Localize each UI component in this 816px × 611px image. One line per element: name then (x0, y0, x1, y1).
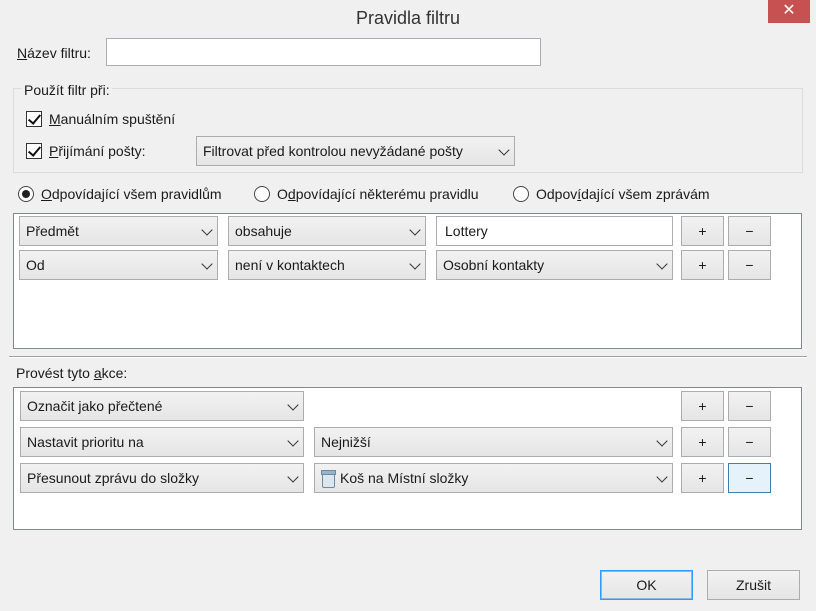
action-type-value: Přesunout zprávu do složky (27, 470, 199, 486)
chevron-down-icon (287, 471, 299, 483)
rule-field-select[interactable]: Od (19, 250, 218, 280)
action-type-select[interactable]: Nastavit prioritu na (20, 427, 304, 457)
action-type-select[interactable]: Označit jako přečtené (20, 391, 304, 421)
remove-rule-button[interactable]: − (728, 216, 771, 246)
folder-select[interactable]: Koš na Místní složky (314, 463, 673, 493)
action-type-value: Nastavit prioritu na (27, 434, 144, 450)
match-any-rule-label: Odpovídající některému pravidlu (277, 186, 479, 202)
match-all-messages-label: Odpovídající všem zprávám (536, 186, 710, 202)
rule-field-value: Od (26, 257, 45, 273)
chevron-down-icon (656, 471, 668, 483)
cancel-button[interactable]: Zrušit (707, 570, 800, 600)
priority-value: Nejnižší (321, 434, 371, 450)
chevron-down-icon (287, 435, 299, 447)
ok-button[interactable]: OK (600, 570, 693, 600)
rule-value-value: Osobní kontakty (443, 257, 545, 273)
rule-operator-select[interactable]: není v kontaktech (228, 250, 426, 280)
remove-action-button[interactable]: − (728, 391, 771, 421)
action-type-value: Označit jako přečtené (27, 398, 163, 414)
receiving-mail-checkbox[interactable] (26, 143, 42, 159)
chevron-down-icon (201, 258, 213, 270)
match-all-rules-label: Odpovídající všem pravidlům (41, 186, 222, 202)
chevron-down-icon (656, 435, 668, 447)
chevron-down-icon (409, 258, 421, 270)
rule-operator-select[interactable]: obsahuje (228, 216, 426, 246)
filter-timing-value: Filtrovat před kontrolou nevyžádané pošt… (203, 143, 463, 159)
actions-label: Provést tyto akce: (16, 365, 128, 381)
remove-rule-button[interactable]: − (728, 250, 771, 280)
pane-splitter[interactable] (9, 356, 807, 358)
close-button[interactable]: ✕ (768, 0, 810, 23)
apply-filter-label: Použít filtr při: (22, 82, 112, 98)
rule-field-select[interactable]: Předmět (19, 216, 218, 246)
add-action-button[interactable]: + (681, 427, 724, 457)
filter-name-label: Název filtru: (17, 45, 91, 61)
chevron-down-icon (656, 258, 668, 270)
priority-select[interactable]: Nejnižší (314, 427, 673, 457)
match-all-rules-radio[interactable] (18, 186, 34, 202)
add-action-button[interactable]: + (681, 391, 724, 421)
chevron-down-icon (409, 224, 421, 236)
rule-field-value: Předmět (26, 223, 79, 239)
filter-name-input[interactable] (106, 38, 541, 66)
trash-icon (321, 470, 336, 488)
match-all-messages-radio[interactable] (513, 186, 529, 202)
window-title: Pravidla filtru (355, 8, 461, 28)
filter-timing-select[interactable]: Filtrovat před kontrolou nevyžádané pošt… (196, 136, 515, 166)
remove-action-button[interactable]: − (728, 463, 771, 493)
action-type-select[interactable]: Přesunout zprávu do složky (20, 463, 304, 493)
add-rule-button[interactable]: + (681, 216, 724, 246)
rule-value-input[interactable]: Lottery (436, 216, 673, 246)
add-action-button[interactable]: + (681, 463, 724, 493)
manual-run-checkbox[interactable] (26, 111, 42, 127)
rule-operator-value: není v kontaktech (235, 257, 345, 273)
rule-value-select[interactable]: Osobní kontakty (436, 250, 673, 280)
rule-operator-value: obsahuje (235, 223, 292, 239)
add-rule-button[interactable]: + (681, 250, 724, 280)
folder-value: Koš na Místní složky (340, 470, 469, 486)
chevron-down-icon (287, 399, 299, 411)
chevron-down-icon (201, 224, 213, 236)
remove-action-button[interactable]: − (728, 427, 771, 457)
chevron-down-icon (498, 144, 510, 156)
receiving-mail-label: Přijímání pošty: (49, 143, 146, 159)
match-any-rule-radio[interactable] (254, 186, 270, 202)
manual-run-label: Manuálním spuštění (49, 111, 176, 127)
